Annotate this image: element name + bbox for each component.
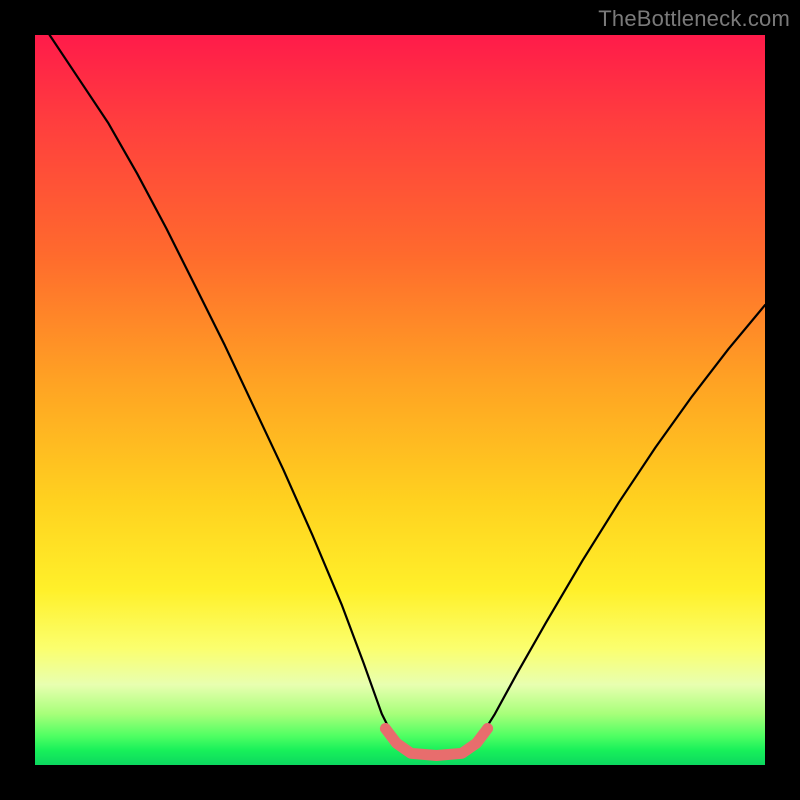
plot-area — [35, 35, 765, 765]
curve-black — [50, 35, 765, 756]
chart-frame: TheBottleneck.com — [0, 0, 800, 800]
highlight-pink — [385, 729, 487, 756]
watermark-label: TheBottleneck.com — [598, 6, 790, 32]
curve-svg — [35, 35, 765, 765]
